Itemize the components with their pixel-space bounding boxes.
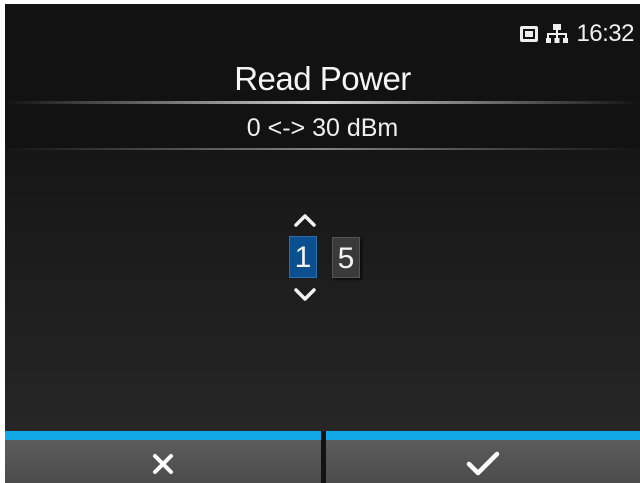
memory-card-icon xyxy=(520,26,539,42)
content-background xyxy=(5,149,640,431)
confirm-accent-bar xyxy=(326,431,640,440)
page-title: Read Power xyxy=(234,60,411,97)
digit-tens[interactable]: 1 xyxy=(289,236,317,278)
clock: 16:32 xyxy=(576,20,634,47)
range-divider xyxy=(5,148,640,150)
cancel-button[interactable] xyxy=(5,440,321,483)
network-icon xyxy=(546,24,569,43)
increment-arrow-icon[interactable] xyxy=(292,211,318,229)
range-label: 0 <-> 30 dBm xyxy=(246,114,399,142)
digit-ones[interactable]: 5 xyxy=(332,237,360,278)
title-divider xyxy=(5,101,640,104)
x-icon xyxy=(153,453,173,474)
decrement-arrow-icon[interactable] xyxy=(292,286,318,304)
status-bar: 16:32 xyxy=(518,20,634,48)
device-screen: 16:32 Read Power 0 <-> 30 dBm 1 5 xyxy=(5,4,640,483)
confirm-button[interactable] xyxy=(326,440,640,483)
checkmark-icon xyxy=(466,451,500,475)
cancel-accent-bar xyxy=(5,431,321,440)
